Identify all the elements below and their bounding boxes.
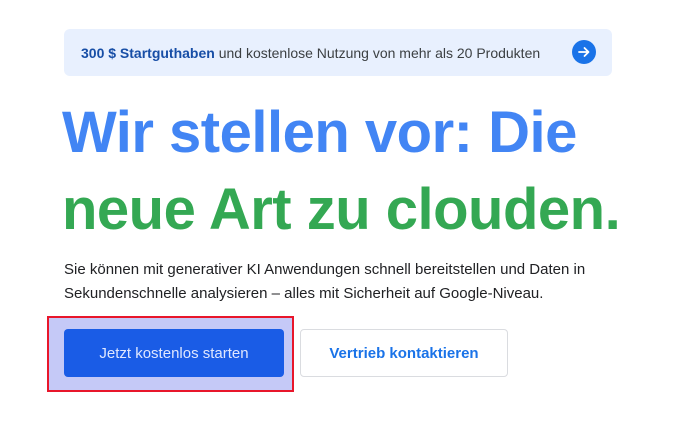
hero-headline: Wir stellen vor: Die neue Art zu clouden… [62,94,621,248]
page: 300 $ Startguthaben und kostenlose Nutzu… [0,0,683,421]
promo-strong-text: 300 $ Startguthaben [81,44,215,61]
promo-text: 300 $ Startguthaben und kostenlose Nutzu… [81,45,540,61]
start-free-button[interactable]: Jetzt kostenlos starten [64,329,284,377]
arrow-right-icon[interactable] [572,40,596,64]
arrow-right-icon-graphic [578,47,590,57]
promo-banner[interactable]: 300 $ Startguthaben und kostenlose Nutzu… [64,29,612,76]
hero-subtitle: Sie können mit generativer KI Anwendunge… [64,261,586,302]
promo-rest-text: und kostenlose Nutzung von mehr als 20 P… [214,44,541,61]
contact-sales-button[interactable]: Vertrieb kontaktieren [300,329,508,377]
headline-line-1: Wir stellen vor: Die [62,100,577,165]
headline-line-2: neue Art zu clouden. [62,177,621,242]
